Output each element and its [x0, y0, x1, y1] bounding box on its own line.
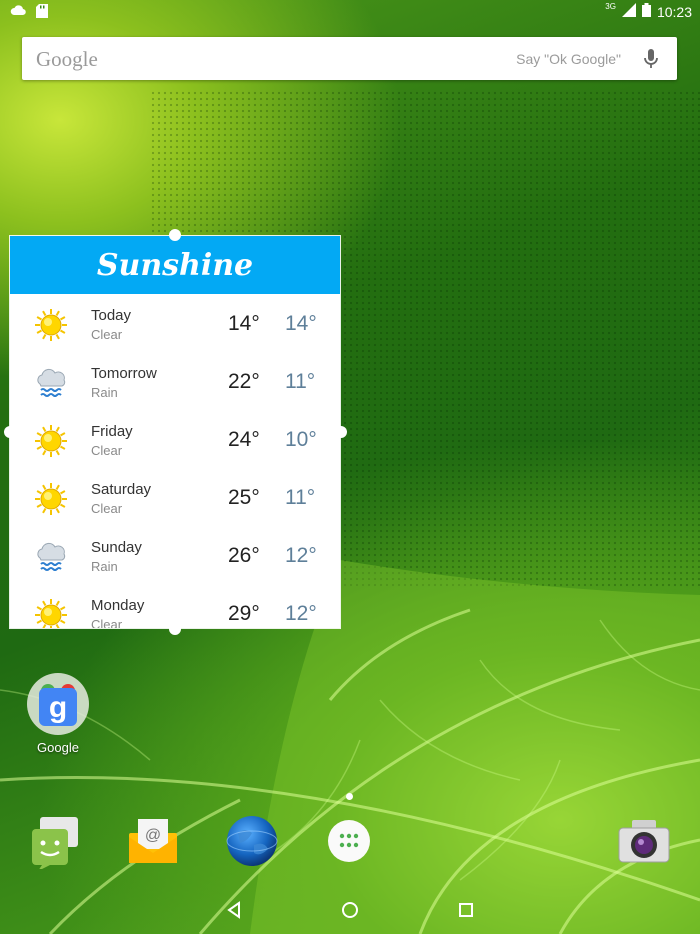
recents-icon: [459, 903, 473, 917]
google-logo: Google: [36, 47, 98, 71]
forecast-low-temp: 11°: [285, 370, 316, 393]
forecast-high-temp: 24°: [228, 428, 260, 451]
forecast-low-temp: 14°: [285, 312, 317, 335]
forecast-low-temp: 12°: [285, 602, 317, 625]
status-bar: 3G 10:23: [0, 0, 700, 24]
svg-text:g: g: [49, 691, 67, 724]
forecast-day: Saturday: [91, 481, 152, 498]
forecast-condition: Clear: [91, 501, 123, 516]
sun-icon: [34, 482, 68, 516]
forecast-row[interactable]: Saturday Clear 25° 11°: [10, 468, 340, 526]
svg-text:@: @: [145, 827, 161, 844]
navigation-bar: [0, 885, 700, 934]
forecast-high-temp: 29°: [228, 602, 260, 625]
camera-icon[interactable]: [616, 816, 672, 868]
forecast-high-temp: 26°: [228, 544, 260, 567]
recents-button[interactable]: [453, 897, 479, 923]
forecast-high-temp: 25°: [228, 486, 260, 509]
forecast-low-temp: 11°: [285, 486, 316, 509]
resize-handle-bottom[interactable]: [169, 623, 181, 635]
rain-cloud-icon: [34, 540, 68, 574]
google-folder-label: Google: [37, 740, 79, 755]
forecast-low-temp: 10°: [285, 428, 317, 451]
forecast-list: Today Clear 14° 14° Tomorrow Rain 22° 11° Friday…: [10, 294, 340, 628]
browser-icon[interactable]: [224, 813, 280, 869]
widget-title: Sunshine: [96, 247, 254, 283]
app-drawer-icon: [328, 820, 370, 862]
forecast-condition: Clear: [91, 617, 123, 628]
messenger-icon[interactable]: [28, 815, 82, 871]
rain-cloud-icon: [34, 366, 68, 400]
microphone-icon[interactable]: [641, 47, 661, 71]
home-button[interactable]: [337, 897, 363, 923]
page-indicator: [346, 793, 353, 800]
sd-card-icon: [36, 4, 48, 21]
forecast-row[interactable]: Friday Clear 24° 10°: [10, 410, 340, 468]
back-icon: [227, 901, 240, 919]
clock: 10:23: [656, 3, 692, 20]
forecast-high-temp: 14°: [228, 312, 260, 335]
cloud-download-icon: [10, 4, 26, 21]
forecast-high-temp: 22°: [228, 370, 260, 393]
forecast-row[interactable]: Tomorrow Rain 22° 11°: [10, 352, 340, 410]
google-search-bar[interactable]: Google Say "Ok Google": [22, 37, 677, 80]
email-icon[interactable]: @: [126, 815, 180, 869]
sun-icon: [34, 308, 68, 342]
widget-header: Sunshine: [10, 236, 340, 294]
back-button[interactable]: [221, 897, 247, 923]
home-icon: [342, 902, 358, 918]
resize-handle-top[interactable]: [169, 229, 181, 241]
forecast-day: Friday: [91, 423, 133, 440]
voice-search-hint: Say "Ok Google": [516, 51, 621, 67]
forecast-low-temp: 12°: [285, 544, 317, 567]
resize-handle-right[interactable]: [335, 426, 347, 438]
battery-icon: [641, 3, 651, 20]
forecast-condition: Rain: [91, 559, 118, 574]
resize-handle-left[interactable]: [4, 426, 16, 438]
sun-icon: [34, 598, 68, 628]
forecast-day: Tomorrow: [91, 365, 157, 382]
forecast-day: Today: [91, 307, 132, 324]
sun-icon: [34, 424, 68, 458]
forecast-day: Monday: [91, 597, 145, 614]
network-type: 3G: [605, 2, 616, 11]
signal-icon: [621, 3, 636, 20]
forecast-row[interactable]: Today Clear 14° 14°: [10, 294, 340, 352]
forecast-row[interactable]: Sunday Rain 26° 12°: [10, 526, 340, 584]
forecast-condition: Rain: [91, 385, 118, 400]
forecast-condition: Clear: [91, 443, 123, 458]
forecast-condition: Clear: [91, 327, 123, 342]
forecast-day: Sunday: [91, 539, 142, 556]
forecast-row[interactable]: Monday Clear 29° 12°: [10, 584, 340, 628]
google-folder[interactable]: g Google: [22, 672, 94, 755]
sunshine-weather-widget[interactable]: Sunshine Today Clear 14° 14° Tomorrow Rain 22°…: [9, 235, 341, 629]
app-drawer-button[interactable]: [326, 818, 372, 864]
google-folder-icon: g: [27, 673, 89, 735]
